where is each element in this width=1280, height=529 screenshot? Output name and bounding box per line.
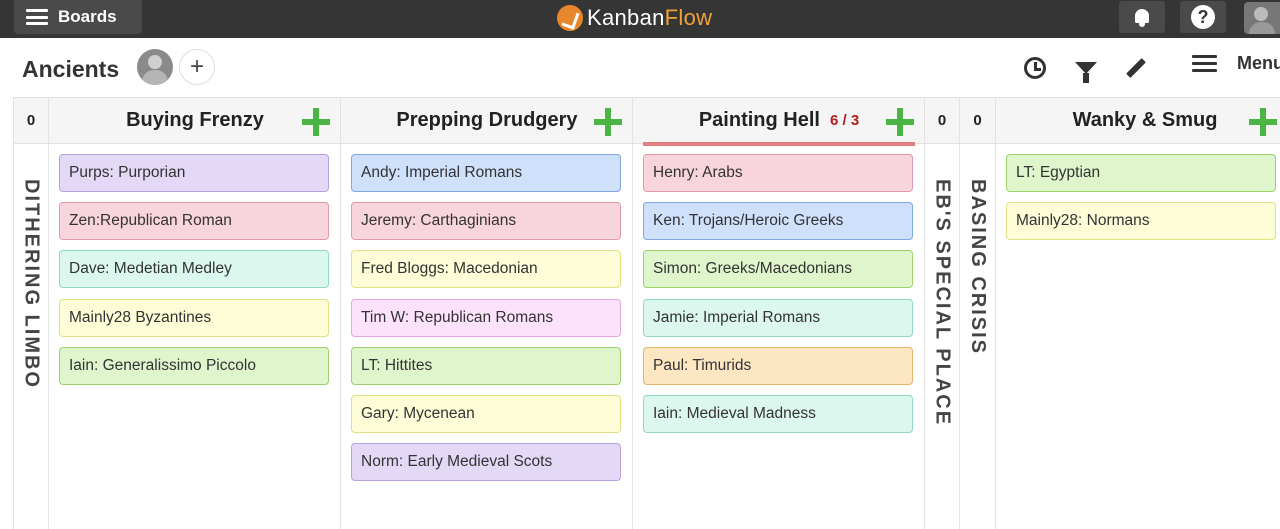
menu-icon [1192,55,1217,72]
task-card[interactable]: LT: Hittites [351,346,621,385]
collapsed-column-label[interactable]: DITHERING LIMBO [20,179,43,389]
task-card[interactable]: Mainly28: Normans [1006,202,1276,241]
task-list: LT: Egyptian Mainly28: Normans [1006,154,1276,250]
add-task-icon[interactable] [1249,108,1277,136]
task-card[interactable]: Tim W: Republican Romans [351,298,621,337]
task-card[interactable]: Jeremy: Carthaginians [351,202,621,241]
kanban-board: 0 DITHERING LIMBO Buying Frenzy Purps: P… [13,97,1280,529]
column-buying-frenzy: Buying Frenzy Purps: Purporian Zen:Repub… [49,97,341,529]
column-title: Painting Hell [698,109,820,131]
task-card[interactable]: Simon: Greeks/Macedonians [643,250,913,289]
column-header: Buying Frenzy [49,97,340,144]
collapsed-column-label[interactable]: EB'S SPECIAL PLACE [931,179,954,426]
column-header: Prepping Drudgery [341,97,632,144]
task-card[interactable]: Iain: Medieval Madness [643,394,913,433]
logo-text-kanban: Kanban [587,5,665,30]
column-basing-crisis[interactable]: 0 BASING CRISIS [960,97,996,529]
task-card[interactable]: Mainly28 Byzantines [59,298,329,337]
task-card[interactable]: Jamie: Imperial Romans [643,298,913,337]
board-header: Ancients + Menu [0,38,1280,97]
column-wanky-smug: Wanky & Smug LT: Egyptian Mainly28: Norm… [996,97,1280,529]
column-count: 0 [14,97,48,144]
time-tracking-button[interactable] [1020,53,1050,83]
column-count: 0 [925,97,959,144]
task-card[interactable]: Norm: Early Medieval Scots [351,443,621,482]
column-header: Wanky & Smug [996,97,1280,144]
add-task-icon[interactable] [302,108,330,136]
task-card[interactable]: Paul: Timurids [643,346,913,385]
task-card[interactable]: Henry: Arabs [643,154,913,192]
help-button[interactable]: ? [1180,1,1226,33]
task-card[interactable]: Iain: Generalissimo Piccolo [59,346,329,385]
logo-text-flow: Flow [664,5,713,30]
task-list: Andy: Imperial Romans Jeremy: Carthagini… [351,154,621,491]
column-header: Painting Hell 6 / 3 [633,97,925,146]
column-prepping-drudgery: Prepping Drudgery Andy: Imperial Romans … [341,97,633,529]
kanbanflow-logo[interactable]: KanbanFlow [557,3,712,33]
add-task-icon[interactable] [594,108,622,136]
logo-icon [557,5,583,31]
edit-board-button[interactable] [1121,53,1151,83]
notifications-button[interactable] [1119,1,1165,33]
task-card[interactable]: Gary: Mycenean [351,394,621,433]
column-dithering-limbo[interactable]: 0 DITHERING LIMBO [14,97,49,529]
column-title[interactable]: Prepping Drudgery [341,98,633,143]
hamburger-icon [26,9,48,25]
boards-label: Boards [58,7,117,26]
boards-button[interactable]: Boards [14,0,142,34]
column-ebs-special-place[interactable]: 0 EB'S SPECIAL PLACE [925,97,960,529]
bell-icon [1133,7,1151,27]
clock-icon [1024,57,1046,79]
member-avatar[interactable] [137,49,173,85]
task-card[interactable]: LT: Egyptian [1006,154,1276,192]
menu-label: Menu [1237,53,1280,73]
column-title[interactable]: Buying Frenzy [49,98,341,143]
add-member-button[interactable]: + [179,49,215,85]
filter-icon [1075,62,1097,83]
task-card[interactable]: Dave: Medetian Medley [59,250,329,289]
top-bar: Boards KanbanFlow ? [0,0,1280,38]
wip-exceeded-bar [643,142,915,146]
task-card[interactable]: Fred Bloggs: Macedonian [351,250,621,289]
task-list: Henry: Arabs Ken: Trojans/Heroic Greeks … [643,154,913,443]
task-card[interactable]: Ken: Trojans/Heroic Greeks [643,202,913,241]
column-painting-hell: Painting Hell 6 / 3 Henry: Arabs Ken: Tr… [633,97,925,529]
wip-limit-badge: 6 / 3 [829,112,860,129]
task-list: Purps: Purporian Zen:Republican Roman Da… [59,154,329,395]
pencil-icon [1126,58,1146,78]
column-title[interactable]: Wanky & Smug [996,98,1280,143]
board-title: Ancients [22,56,120,82]
user-avatar[interactable] [1244,2,1280,34]
task-card[interactable]: Zen:Republican Roman [59,202,329,241]
help-icon: ? [1191,5,1215,29]
column-title-group[interactable]: Painting Hell 6 / 3 [633,98,925,143]
menu-button[interactable]: Menu [1192,53,1280,74]
column-count: 0 [960,97,995,144]
task-card[interactable]: Purps: Purporian [59,154,329,192]
filter-button[interactable] [1071,53,1101,83]
add-task-icon[interactable] [886,108,914,136]
task-card[interactable]: Andy: Imperial Romans [351,154,621,192]
collapsed-column-label[interactable]: BASING CRISIS [966,179,989,355]
